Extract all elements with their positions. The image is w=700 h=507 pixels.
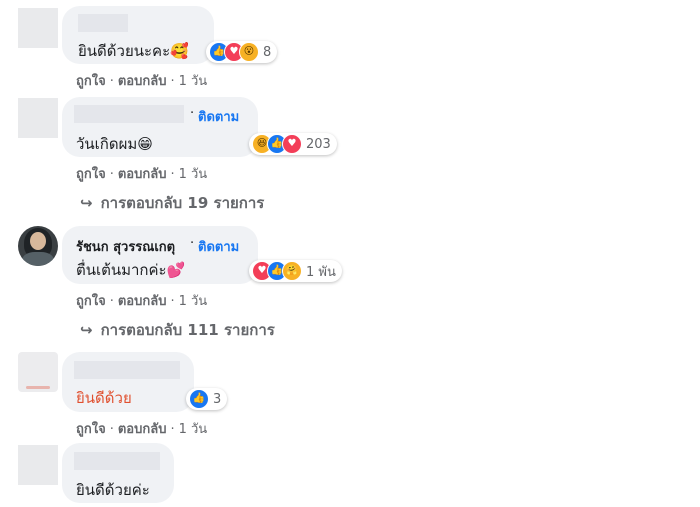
comment-text: ยินดีด้วย — [76, 389, 132, 407]
like-action[interactable]: ถูกใจ — [76, 422, 106, 437]
comment-bubble: ยินดีด้วยค่ะ — [62, 443, 174, 503]
comment-bubble: ยินดีด้วย — [62, 352, 194, 412]
author-name-hidden[interactable] — [74, 452, 160, 470]
like-action[interactable]: ถูกใจ — [76, 74, 106, 89]
timestamp[interactable]: 1 วัน — [179, 294, 208, 309]
separator-dot: · — [109, 422, 114, 437]
separator-dot: · — [109, 294, 114, 309]
like-action[interactable]: ถูกใจ — [76, 294, 106, 309]
reply-action[interactable]: ตอบกลับ — [118, 422, 167, 437]
reply-arrow-icon: ↪ — [80, 194, 93, 212]
comment-actions: ถูกใจ · ตอบกลับ · 1 วัน — [76, 163, 207, 184]
follow-button[interactable]: ติดตาม — [198, 236, 239, 257]
comment-text: ตื่นเต้นมากค่ะ💕 — [76, 261, 186, 279]
replies-count-label: การตอบกลับ 19 รายการ — [100, 194, 265, 212]
like-action[interactable]: ถูกใจ — [76, 167, 106, 182]
comment-bubble: รัชนก สุวรรณเกตุ · ติดตาม ตื่นเต้นมากค่ะ… — [62, 226, 258, 284]
care-icon: 🤗 — [282, 261, 302, 281]
comment-actions: ถูกใจ · ตอบกลับ · 1 วัน — [76, 418, 207, 439]
avatar[interactable] — [18, 445, 58, 485]
reaction-summary[interactable]: 👍 3 — [186, 388, 228, 410]
reaction-count: 203 — [306, 136, 331, 152]
reply-action[interactable]: ตอบกลับ — [118, 294, 167, 309]
avatar-face — [30, 232, 46, 250]
wow-icon: 😮 — [239, 42, 259, 62]
comment-bubble: ยินดีด้วยนะคะ🥰 — [62, 6, 214, 64]
comment-text: ยินดีด้วยนะคะ🥰 — [78, 42, 189, 60]
like-icon: 👍 — [189, 389, 209, 409]
replies-count-label: การตอบกลับ 111 รายการ — [100, 321, 275, 339]
comment-actions: ถูกใจ · ตอบกลับ · 1 วัน — [76, 290, 207, 311]
view-replies-link[interactable]: ↪ การตอบกลับ 19 รายการ — [80, 191, 264, 215]
separator-dot: · — [170, 167, 175, 182]
comment-text: วันเกิดผม😁 — [76, 135, 153, 153]
avatar[interactable] — [18, 8, 58, 48]
author-name-hidden[interactable] — [78, 14, 128, 32]
separator-dot: · — [109, 167, 114, 182]
reaction-count: 1 พัน — [306, 264, 336, 280]
reaction-count: 3 — [213, 391, 222, 407]
reply-action[interactable]: ตอบกลับ — [118, 167, 167, 182]
avatar-body — [22, 252, 54, 266]
author-name-hidden[interactable] — [74, 105, 184, 123]
author-name-hidden[interactable] — [74, 361, 180, 379]
separator-dot: · — [170, 294, 175, 309]
follow-button[interactable]: ติดตาม — [198, 106, 239, 127]
avatar[interactable] — [18, 352, 58, 392]
reaction-count: 8 — [263, 44, 272, 60]
reaction-summary[interactable]: 😆 👍 ♥ 203 — [249, 133, 337, 155]
love-icon: ♥ — [282, 134, 302, 154]
comment-bubble: · ติดตาม วันเกิดผม😁 — [62, 97, 258, 157]
separator-dot: · — [170, 74, 175, 89]
reaction-summary[interactable]: ♥ 👍 🤗 1 พัน — [249, 260, 342, 282]
avatar[interactable] — [18, 226, 58, 266]
separator-dot: · — [190, 106, 195, 121]
reply-action[interactable]: ตอบกลับ — [118, 74, 167, 89]
timestamp[interactable]: 1 วัน — [179, 422, 208, 437]
separator-dot: · — [170, 422, 175, 437]
avatar[interactable] — [18, 98, 58, 138]
separator-dot: · — [109, 74, 114, 89]
reply-arrow-icon: ↪ — [80, 321, 93, 339]
avatar-detail — [26, 386, 50, 389]
view-replies-link[interactable]: ↪ การตอบกลับ 111 รายการ — [80, 318, 275, 342]
comment-text: ยินดีด้วยค่ะ — [76, 481, 150, 499]
comment-actions: ถูกใจ · ตอบกลับ · 1 วัน — [76, 70, 207, 91]
timestamp[interactable]: 1 วัน — [179, 74, 208, 89]
separator-dot: · — [190, 236, 195, 251]
reaction-summary[interactable]: 👍 ♥ 😮 8 — [206, 41, 278, 63]
author-name[interactable]: รัชนก สุวรรณเกตุ — [76, 236, 175, 257]
timestamp[interactable]: 1 วัน — [179, 167, 208, 182]
